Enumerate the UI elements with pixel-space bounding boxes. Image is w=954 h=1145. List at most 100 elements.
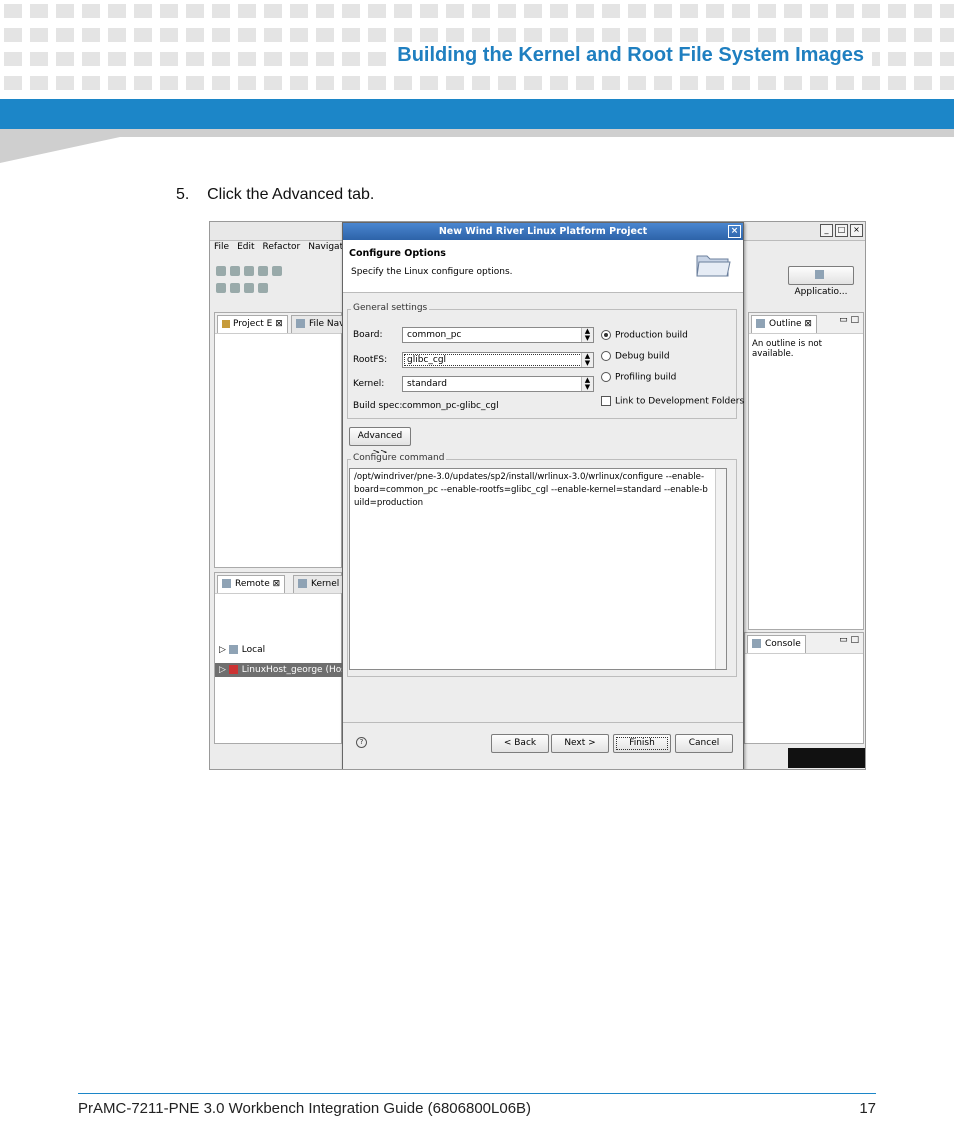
header-pattern-square (186, 28, 204, 42)
menu-refactor[interactable]: Refactor (263, 242, 301, 252)
header-pattern-square (654, 76, 672, 90)
finish-button[interactable]: Finish (613, 734, 671, 753)
tree-item-linuxhost[interactable]: ▷ LinuxHost_george (Host (215, 663, 345, 677)
tab-remote[interactable]: Remote ⊠ (217, 575, 286, 593)
open-icon[interactable] (230, 266, 240, 276)
search-icon[interactable] (272, 266, 282, 276)
header-pattern-square (4, 28, 22, 42)
header-pattern-square (810, 76, 828, 90)
header-pattern-square (30, 28, 48, 42)
header-pattern-square (134, 28, 152, 42)
minmax-icon[interactable]: ▭ □ (839, 315, 859, 325)
page-header-title: Building the Kernel and Root File System… (389, 42, 872, 69)
forward-icon[interactable] (258, 283, 268, 293)
header-pattern-square (602, 4, 620, 18)
header-pattern-square (888, 4, 906, 18)
remote-icon (222, 579, 231, 588)
minimize-icon[interactable]: _ (820, 224, 833, 237)
outline-icon (756, 319, 765, 328)
console-minmax-icon[interactable]: ▭ □ (839, 635, 859, 645)
header-pattern-square (680, 28, 698, 42)
project-icon (222, 319, 230, 328)
header-pattern-square (394, 28, 412, 42)
header-pattern-square (862, 4, 880, 18)
configure-command-text: /opt/windriver/pne-3.0/updates/sp2/insta… (354, 472, 708, 508)
link-dev-folders-checkbox[interactable]: Link to Development Folders (601, 396, 744, 407)
header-pattern-square (30, 52, 48, 66)
header-pattern-square (914, 76, 932, 90)
save-icon[interactable] (244, 266, 254, 276)
configure-command-textarea[interactable]: /opt/windriver/pne-3.0/updates/sp2/insta… (349, 468, 727, 670)
radio-production-build[interactable]: Production build (601, 330, 688, 341)
advanced-button[interactable]: Advanced >> (349, 427, 411, 458)
tab-console-label: Console (765, 639, 801, 649)
header-pattern-square (446, 76, 464, 90)
help-icon[interactable]: ? (356, 737, 367, 748)
rootfs-select[interactable]: glibc_cgl ▲ ▼ (402, 352, 594, 368)
radio-icon (601, 351, 611, 361)
console-tabs: Console ▭ □ (745, 633, 863, 654)
tab-project-label: Project E (233, 319, 273, 329)
header-pattern-square (56, 52, 74, 66)
dialog-banner: Configure Options Specify the Linux conf… (343, 240, 743, 293)
header-pattern-square (108, 52, 126, 66)
header-pattern-square (368, 76, 386, 90)
header-pattern-square (576, 76, 594, 90)
header-pattern-square (420, 76, 438, 90)
radio-debug-build[interactable]: Debug build (601, 351, 670, 362)
dialog-close-icon[interactable]: × (728, 225, 741, 238)
radio-profiling-build[interactable]: Profiling build (601, 372, 676, 383)
header-pattern-square (160, 4, 178, 18)
header-pattern-square (732, 4, 750, 18)
board-select[interactable]: common_pc ▲ ▼ (402, 327, 594, 343)
back-button[interactable]: < Back (491, 734, 549, 753)
header-pattern-square (732, 76, 750, 90)
tab-console[interactable]: Console (747, 635, 806, 653)
kernel-select[interactable]: standard ▲ ▼ (402, 376, 594, 392)
tab-outline[interactable]: Outline ⊠ (751, 315, 817, 333)
header-pattern-square (238, 28, 256, 42)
kernel-icon (298, 579, 307, 588)
header-pattern-square (316, 28, 334, 42)
header-pattern-square (836, 4, 854, 18)
header-pattern-square (108, 4, 126, 18)
next-button[interactable]: Next > (551, 734, 609, 753)
vi-icon[interactable] (230, 283, 240, 293)
new-project-dialog: New Wind River Linux Platform Project × … (342, 222, 744, 769)
outline-tabs: Outline ⊠ ▭ □ (749, 313, 863, 334)
perspective-button[interactable]: Applicatio... (788, 266, 854, 297)
menu-file[interactable]: File (214, 242, 229, 252)
cancel-button[interactable]: Cancel (675, 734, 733, 753)
tree-item-local[interactable]: ▷ Local (219, 645, 265, 655)
header-pattern-square (602, 28, 620, 42)
step-icon[interactable] (216, 283, 226, 293)
print-icon[interactable] (258, 266, 268, 276)
header-pattern-square (394, 76, 412, 90)
close-icon[interactable]: × (850, 224, 863, 237)
maximize-icon[interactable]: □ (835, 224, 848, 237)
dialog-heading: Configure Options (349, 248, 446, 259)
header-pattern-square (576, 28, 594, 42)
header-pattern-square (810, 28, 828, 42)
header-pattern-square (134, 52, 152, 66)
header-pattern-square (810, 4, 828, 18)
header-pattern-square (680, 76, 698, 90)
menu-edit[interactable]: Edit (237, 242, 254, 252)
header-pattern-square (82, 28, 100, 42)
tab-project-explorer[interactable]: Project E ⊠ (217, 315, 288, 333)
kernel-arrow-icon: ▲ ▼ (581, 377, 593, 391)
rootfs-value: glibc_cgl (407, 355, 447, 365)
dialog-title: New Wind River Linux Platform Project (438, 226, 648, 237)
header-pattern-square (290, 52, 308, 66)
header-pattern-square (498, 28, 516, 42)
textarea-scrollbar[interactable] (715, 469, 726, 669)
outline-pane: Outline ⊠ ▭ □ An outline is not availabl… (748, 312, 864, 630)
header-pattern-square (940, 52, 954, 66)
configure-command-label: Configure command (351, 453, 447, 463)
back-icon[interactable] (244, 283, 254, 293)
header-pattern-square (732, 28, 750, 42)
tree-item-linuxhost-label: LinuxHost_george (Host (241, 665, 345, 675)
header-pattern-square (628, 28, 646, 42)
new-icon[interactable] (216, 266, 226, 276)
header-pattern-square (914, 28, 932, 42)
